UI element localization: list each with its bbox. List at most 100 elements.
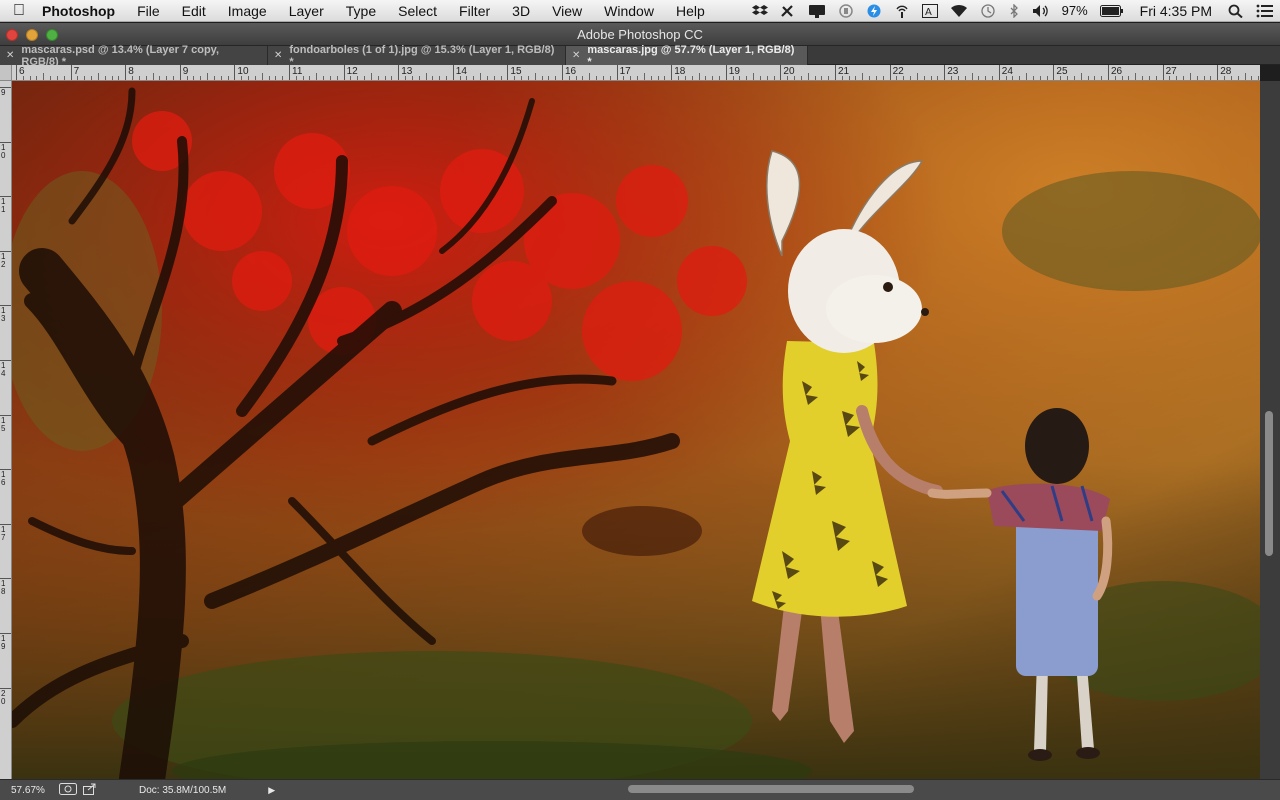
ruler-minor-tick — [1244, 73, 1246, 80]
ruler-label: 28 — [1220, 66, 1232, 77]
ruler-label: 20 — [783, 66, 795, 77]
ruler-major-tick — [1217, 65, 1219, 80]
vertical-ruler-label: 1 2 — [1, 251, 6, 269]
menu-3d[interactable]: 3D — [501, 3, 541, 19]
ruler-major-tick — [343, 65, 345, 80]
bluetooth-icon[interactable] — [1002, 3, 1026, 18]
menu-view[interactable]: View — [541, 3, 593, 19]
menu-bar:  Photoshop File Edit Image Layer Type S… — [0, 0, 1280, 22]
ruler-minor-tick — [29, 76, 31, 80]
status-bar: 57.67% Doc: 35.8M/100.5M ▶ — [0, 779, 1280, 800]
vertical-ruler-label: 1 9 — [1, 634, 6, 651]
zoom-level[interactable]: 57.67% — [11, 785, 55, 796]
ruler-minor-tick — [486, 76, 488, 80]
time-machine-icon[interactable] — [974, 3, 1002, 18]
ruler-minor-tick — [896, 76, 898, 80]
ruler-minor-tick — [1155, 76, 1157, 80]
ruler-minor-tick — [514, 76, 516, 80]
ruler-label: 22 — [892, 66, 904, 77]
ruler-minor-tick — [718, 76, 720, 80]
vertical-scroll-thumb[interactable] — [1265, 411, 1273, 556]
apple-icon[interactable]:  — [0, 2, 38, 20]
ruler-minor-tick — [432, 76, 434, 80]
vertical-scrollbar[interactable] — [1260, 81, 1280, 779]
ruler-minor-tick — [241, 76, 243, 80]
battery-icon[interactable] — [1094, 4, 1130, 17]
ruler-minor-tick — [875, 76, 877, 80]
ruler-major-tick — [125, 65, 127, 80]
camera-icon[interactable] — [59, 782, 77, 798]
menu-select[interactable]: Select — [387, 3, 448, 19]
ruler-minor-tick — [596, 76, 598, 80]
document-canvas[interactable] — [12, 81, 1260, 779]
tab-mascaras-jpg[interactable]: ✕ mascaras.jpg @ 57.7% (Layer 1, RGB/8) … — [566, 44, 808, 68]
ruler-minor-tick — [814, 76, 816, 80]
vertical-ruler-label: 9 — [1, 88, 6, 97]
menu-window[interactable]: Window — [593, 3, 665, 19]
ruler-minor-tick — [1237, 76, 1239, 80]
clock[interactable]: Fri 4:35 PM — [1130, 3, 1222, 19]
spotlight-search-icon[interactable] — [1222, 4, 1250, 18]
airport-icon[interactable] — [888, 4, 916, 18]
battery-percent[interactable]: 97% — [1056, 3, 1094, 18]
menu-layer[interactable]: Layer — [278, 3, 335, 19]
display-icon[interactable] — [802, 4, 832, 18]
menu-help[interactable]: Help — [665, 3, 716, 19]
close-window-button[interactable] — [6, 29, 18, 41]
volume-icon[interactable] — [1026, 4, 1056, 18]
wifi-icon[interactable] — [944, 4, 974, 18]
notification-center-icon[interactable] — [1250, 4, 1280, 18]
horizontal-ruler[interactable]: 6 7 8 9 10 11 12 13 14 15 16 17 18 19 20 21 22 23 24 25 26 27… — [12, 65, 1260, 81]
tab-mascaras-psd[interactable]: ✕ mascaras.psd @ 13.4% (Layer 7 copy, RG… — [0, 44, 268, 68]
ruler-major-tick — [616, 65, 618, 80]
ruler-minor-tick — [207, 73, 209, 80]
ruler-major-tick — [16, 65, 17, 80]
text-input-icon[interactable]: A — [916, 3, 944, 18]
ruler-minor-tick — [77, 76, 79, 80]
status-menu-arrow-icon[interactable]: ▶ — [268, 785, 275, 796]
vertical-ruler-label: 1 8 — [1, 579, 6, 597]
ruler-minor-tick — [295, 76, 297, 80]
ruler-minor-tick — [1039, 76, 1041, 80]
ruler-origin[interactable] — [0, 65, 12, 81]
ruler-minor-tick — [841, 76, 843, 80]
ruler-minor-tick — [63, 76, 65, 80]
ruler-minor-tick — [828, 76, 830, 80]
menu-image[interactable]: Image — [217, 3, 278, 19]
zoom-window-button[interactable] — [46, 29, 58, 41]
app-name-menu[interactable]: Photoshop — [38, 3, 126, 19]
menu-edit[interactable]: Edit — [171, 3, 217, 19]
ruler-label: 26 — [1111, 66, 1123, 77]
ruler-minor-tick — [548, 76, 550, 80]
ruler-minor-tick — [630, 76, 632, 80]
ruler-minor-tick — [323, 76, 325, 80]
ruler-minor-tick — [1046, 76, 1048, 80]
ruler-minor-tick — [268, 76, 270, 80]
ruler-minor-tick — [309, 76, 311, 80]
close-tab-icon[interactable]: ✕ — [572, 50, 580, 61]
vertical-ruler[interactable]: 9 1 0 1 1 1 2 1 3 1 4 1 5 1 6 1 7 1 8 1 9 2 0 — [0, 81, 12, 779]
close-tab-icon[interactable]: ✕ — [274, 50, 282, 61]
cloud-icon[interactable] — [832, 3, 860, 18]
ruler-minor-tick — [746, 76, 748, 80]
tools-icon[interactable] — [774, 4, 802, 18]
sync-icon[interactable] — [860, 4, 888, 18]
menu-filter[interactable]: Filter — [448, 3, 501, 19]
vertical-ruler-label: 1 6 — [1, 470, 6, 488]
dropbox-icon[interactable] — [746, 4, 774, 18]
ruler-major-tick — [998, 65, 1000, 80]
ruler-minor-tick — [643, 73, 645, 80]
ruler-minor-tick — [166, 76, 168, 80]
horizontal-scroll-thumb[interactable] — [628, 785, 914, 793]
vertical-ruler-label: 1 5 — [1, 415, 6, 433]
minimize-window-button[interactable] — [26, 29, 38, 41]
close-tab-icon[interactable]: ✕ — [6, 50, 14, 61]
menu-file[interactable]: File — [126, 3, 171, 19]
ruler-minor-tick — [500, 76, 502, 80]
ruler-minor-tick — [705, 76, 707, 80]
menu-type[interactable]: Type — [335, 3, 387, 19]
ruler-minor-tick — [493, 76, 495, 80]
ruler-minor-tick — [200, 76, 202, 80]
tab-fondoarboles-jpg[interactable]: ✕ fondoarboles (1 of 1).jpg @ 15.3% (Lay… — [268, 44, 566, 68]
share-icon[interactable] — [83, 783, 97, 798]
